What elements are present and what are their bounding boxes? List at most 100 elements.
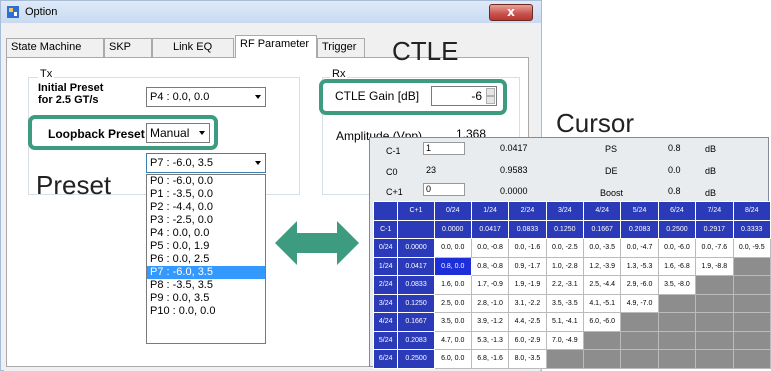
dropdown-item[interactable]: P7 : -6.0, 3.5 bbox=[147, 266, 265, 279]
grid-row: 2/24 0.0833 1.6, 0.0 1.7, -0.9 1.9, -1.9 2.2,… bbox=[372, 275, 771, 295]
dropdown-item[interactable]: P8 : -3.5, 3.5 bbox=[147, 279, 265, 292]
grid-cell[interactable]: 2.5, -4.4 bbox=[582, 275, 622, 295]
dropdown-item[interactable]: P10 : 0.0, 0.0 bbox=[147, 305, 265, 318]
grid-cell[interactable]: 1.6, 0.0 bbox=[433, 275, 472, 295]
grid-cell[interactable]: 1.9, -8.8 bbox=[695, 256, 734, 276]
grid-cell bbox=[657, 349, 697, 369]
grid-cell[interactable]: 5.3, -1.3 bbox=[470, 330, 510, 350]
c0-value: 23 bbox=[426, 165, 437, 175]
grid-cell[interactable]: 2.2, -3.1 bbox=[545, 275, 585, 295]
c-plus1-input[interactable]: 0 bbox=[423, 183, 465, 196]
tab-state-machine[interactable]: State Machine bbox=[6, 38, 104, 57]
grid-row-label: 2/24 bbox=[372, 275, 399, 295]
dropdown-item[interactable]: P6 : 0.0, 2.5 bbox=[147, 253, 265, 266]
grid-col-value: 0.2083 bbox=[620, 219, 659, 239]
grid-cell[interactable]: 6.0, -2.9 bbox=[508, 330, 547, 350]
initial-preset-combo[interactable]: P4 : 0.0, 0.0 bbox=[146, 87, 266, 107]
de-value: 0.0 bbox=[668, 165, 681, 175]
grid-cell[interactable]: 1.2, -3.9 bbox=[582, 256, 622, 276]
grid-col-header: 2/24 bbox=[508, 201, 547, 221]
dropdown-item[interactable]: P4 : 0.0, 0.0 bbox=[147, 227, 265, 240]
spin-down-icon[interactable] bbox=[486, 96, 495, 104]
ctle-gain-spinner[interactable]: -6 bbox=[431, 86, 497, 106]
grid-cell[interactable]: 1.3, -5.3 bbox=[620, 256, 659, 276]
c-plus1-label: C+1 bbox=[386, 187, 403, 197]
grid-cell[interactable]: 3.9, -1.2 bbox=[470, 312, 510, 332]
preset-grid: C+1 0/24 1/24 2/24 3/24 4/24 5/24 6/24 7/24 8/24 C… bbox=[372, 201, 771, 369]
grid-cell[interactable]: 0.8, -0.8 bbox=[470, 256, 510, 276]
grid-cell[interactable]: 8.0, -3.5 bbox=[508, 349, 547, 369]
grid-cell[interactable]: 1.0, -2.8 bbox=[545, 256, 585, 276]
grid-cell[interactable]: 2.5, 0.0 bbox=[433, 293, 472, 313]
grid-cell[interactable]: 4.7, 0.0 bbox=[433, 330, 472, 350]
grid-row-value: 0.1250 bbox=[397, 293, 435, 313]
grid-cell[interactable]: 0.8, 0.0 bbox=[433, 256, 472, 276]
grid-row-value: 0.0833 bbox=[397, 275, 435, 295]
dropdown-item[interactable]: P9 : 0.0, 3.5 bbox=[147, 292, 265, 305]
grid-col-value: 0.3333 bbox=[732, 219, 771, 239]
grid-cell[interactable]: 2.9, -6.0 bbox=[620, 275, 659, 295]
dropdown-item[interactable]: P2 : -4.4, 0.0 bbox=[147, 201, 265, 214]
grid-cell[interactable]: 0.0, -6.0 bbox=[657, 238, 697, 258]
grid-cell[interactable]: 0.0, -1.6 bbox=[508, 238, 547, 258]
tab-rf-parameter[interactable]: RF Parameter bbox=[235, 35, 317, 58]
tab-label: Trigger bbox=[322, 41, 357, 53]
grid-row-label: 6/24 bbox=[372, 349, 399, 369]
initial-preset-label: Initial Preset for 2.5 GT/s bbox=[38, 82, 104, 106]
grid-cell[interactable]: 1.6, -6.8 bbox=[657, 256, 697, 276]
grid-cell[interactable]: 6.8, -1.6 bbox=[470, 349, 510, 369]
grid-cell bbox=[695, 312, 734, 332]
dropdown-item[interactable]: P0 : -6.0, 0.0 bbox=[147, 175, 265, 188]
grid-cell bbox=[732, 293, 771, 313]
grid-cell[interactable]: 3.5, 0.0 bbox=[433, 312, 472, 332]
window-title: Option bbox=[25, 6, 58, 18]
grid-cell[interactable]: 5.1, -4.1 bbox=[545, 312, 585, 332]
grid-cell[interactable]: 0.9, -1.7 bbox=[508, 256, 547, 276]
manual-preset-combo[interactable]: P7 : -6.0, 3.5 bbox=[146, 153, 266, 173]
grid-cell[interactable]: 0.0, -7.6 bbox=[695, 238, 734, 258]
grid-cell[interactable]: 4.1, -5.1 bbox=[582, 293, 622, 313]
grid-cell[interactable]: 3.5, -3.5 bbox=[545, 293, 585, 313]
grid-cell[interactable]: 0.0, -0.8 bbox=[470, 238, 510, 258]
grid-cell[interactable]: 0.0, -3.5 bbox=[582, 238, 622, 258]
dropdown-item[interactable]: P5 : 0.0, 1.9 bbox=[147, 240, 265, 253]
grid-cell[interactable]: 0.0, -2.5 bbox=[545, 238, 585, 258]
tx-group-label: Tx bbox=[38, 68, 55, 80]
ps-label: PS bbox=[605, 144, 618, 154]
preset-annotation: Preset bbox=[36, 170, 112, 200]
grid-cell bbox=[732, 312, 771, 332]
grid-cell[interactable]: 0.0, 0.0 bbox=[433, 238, 472, 258]
grid-col-header: 8/24 bbox=[732, 201, 771, 221]
c-minus1-input[interactable]: 1 bbox=[423, 142, 465, 155]
tab-skp[interactable]: SKP bbox=[104, 38, 152, 57]
grid-cell bbox=[657, 312, 697, 332]
grid-cell[interactable]: 6.0, -6.0 bbox=[582, 312, 622, 332]
grid-cell[interactable]: 4.9, -7.0 bbox=[620, 293, 659, 313]
de-unit: dB bbox=[705, 166, 717, 176]
tab-trigger[interactable]: Trigger bbox=[317, 38, 365, 57]
grid-cell[interactable]: 1.7, -0.9 bbox=[470, 275, 510, 295]
grid-row: 5/24 0.2083 4.7, 0.0 5.3, -1.3 6.0, -2.9 7.0,… bbox=[372, 330, 771, 350]
grid-cell[interactable]: 3.1, -2.2 bbox=[508, 293, 547, 313]
tab-link-eq[interactable]: Link EQ bbox=[152, 38, 234, 57]
dropdown-item[interactable]: P3 : -2.5, 0.0 bbox=[147, 214, 265, 227]
grid-cell[interactable]: 1.9, -1.9 bbox=[508, 275, 547, 295]
grid-cell[interactable]: 6.0, 0.0 bbox=[433, 349, 472, 369]
grid-cell bbox=[582, 330, 622, 350]
grid-cell[interactable]: 0.0, -9.5 bbox=[732, 238, 771, 258]
ps-unit: dB bbox=[705, 144, 717, 154]
ctle-annotation: CTLE bbox=[392, 36, 459, 66]
spin-up-icon[interactable] bbox=[486, 88, 495, 96]
close-button[interactable]: x bbox=[489, 4, 533, 21]
grid-col-header: 5/24 bbox=[620, 201, 659, 221]
grid-row: 3/24 0.1250 2.5, 0.0 2.8, -1.0 3.1, -2.2 3.5,… bbox=[372, 293, 771, 313]
grid-cell[interactable]: 4.4, -2.5 bbox=[508, 312, 547, 332]
grid-col-value: 0.0417 bbox=[470, 219, 510, 239]
dropdown-item[interactable]: P1 : -3.5, 0.0 bbox=[147, 188, 265, 201]
grid-cell[interactable]: 7.0, -4.9 bbox=[545, 330, 585, 350]
grid-cell[interactable]: 2.8, -1.0 bbox=[470, 293, 510, 313]
grid-col-value: 0.2500 bbox=[657, 219, 697, 239]
title-bar: Option x bbox=[1, 1, 541, 23]
grid-cell[interactable]: 3.5, -8.0 bbox=[657, 275, 697, 295]
grid-cell[interactable]: 0.0, -4.7 bbox=[620, 238, 659, 258]
